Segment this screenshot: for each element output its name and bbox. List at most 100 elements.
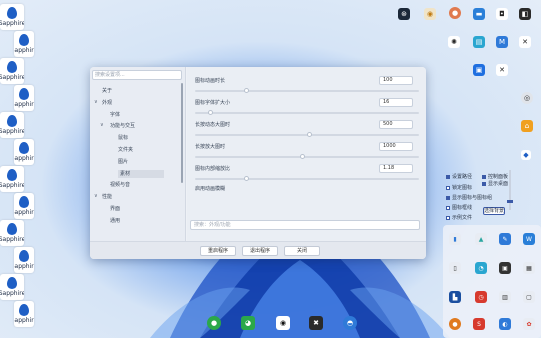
vertical-slider[interactable] <box>507 170 513 210</box>
openai-icon[interactable]: ✺ <box>448 36 460 48</box>
yellow-app-icon[interactable]: ⌂ <box>521 120 533 132</box>
sapphire-desktop-icon[interactable]: Sapphire <box>0 4 24 30</box>
restart-button[interactable]: 重启程序 <box>200 246 236 256</box>
m-app-icon[interactable]: M <box>496 36 508 48</box>
setting-slider[interactable] <box>195 154 419 159</box>
sidebar-tree-item[interactable]: 界面 <box>110 205 120 213</box>
exit-button[interactable]: 退出程序 <box>242 246 278 256</box>
sidebar-tree-item[interactable]: 图片 <box>118 158 128 166</box>
edge-icon[interactable]: ◓ <box>343 316 357 330</box>
fire-app-icon[interactable]: ● <box>449 318 461 330</box>
sapphire-desktop-icon[interactable]: Sapphire <box>0 166 24 192</box>
clock-app-icon[interactable]: ◷ <box>475 291 487 303</box>
steam-icon[interactable]: ⊛ <box>398 8 410 20</box>
sidebar-tree-item[interactable]: 外观 <box>102 99 112 107</box>
sidebar-tree-item[interactable]: 功能与交互 <box>110 122 135 130</box>
grid-app-icon[interactable]: ▦ <box>523 262 535 274</box>
sidebar-tree-item[interactable]: 通用 <box>110 217 120 225</box>
setting-slider-knob[interactable] <box>244 88 250 93</box>
panel-checkbox[interactable]: 显示图标与图标组 <box>446 195 492 201</box>
pencil-app-icon[interactable]: ✎ <box>499 233 511 245</box>
panel-checkbox[interactable]: 控制面板 <box>482 174 508 180</box>
setting-value-input[interactable]: 1.18 <box>379 164 413 173</box>
setting-slider-knob[interactable] <box>307 132 312 137</box>
slider-knob[interactable] <box>507 200 513 203</box>
mountain-app-icon[interactable]: ▲ <box>475 233 487 245</box>
doc-app-icon[interactable]: ▯ <box>449 262 461 274</box>
folder-blue-icon[interactable]: ▬ <box>473 8 485 20</box>
setting-slider[interactable] <box>195 176 419 181</box>
setting-slider-knob[interactable] <box>300 154 306 159</box>
sidebar-tree-item[interactable]: 素材 <box>118 169 164 178</box>
tree-expand-icon[interactable]: ∨ <box>100 122 104 128</box>
sidebar-tree-item[interactable]: 关于 <box>102 87 112 95</box>
sapphire-desktop-icon[interactable]: Sapphire <box>14 301 34 327</box>
setting-slider[interactable] <box>195 88 419 93</box>
sidebar-tree-item[interactable]: 字体 <box>110 111 120 119</box>
setting-value-input[interactable]: 1000 <box>379 142 413 151</box>
cloud-app-icon[interactable]: ▤ <box>473 36 485 48</box>
s-app-icon[interactable]: S <box>473 318 485 330</box>
sapphire-desktop-icon[interactable]: Sapphire <box>14 139 34 165</box>
capcut-icon[interactable]: ✕ <box>519 36 531 48</box>
panel-checkbox[interactable]: 锁定图标 <box>446 185 472 191</box>
panel-checkbox[interactable]: 图标框线 <box>446 205 472 211</box>
sapphire-desktop-icon[interactable]: Sapphire <box>0 220 24 246</box>
chrome-icon[interactable]: ◎ <box>521 92 533 104</box>
sapphire-mini-icon[interactable]: ◆ <box>521 150 531 160</box>
wechat-green-icon[interactable]: ◕ <box>241 316 255 330</box>
sidebar-tree-item[interactable]: 文件夹 <box>118 146 133 154</box>
setting-slider[interactable] <box>195 132 419 137</box>
checkbox-box[interactable] <box>446 195 450 200</box>
eye-app-icon[interactable]: ◉ <box>424 8 436 20</box>
sidebar-tree-item[interactable]: 性能 <box>102 193 112 201</box>
sapphire-desktop-icon[interactable]: Sapphire <box>0 274 24 300</box>
wechat-icon[interactable]: ● <box>207 316 221 330</box>
sapphire-desktop-icon[interactable]: Sapphire <box>14 85 34 111</box>
setting-slider-knob[interactable] <box>208 110 214 115</box>
panel-checkbox[interactable]: 示例文件 <box>446 215 472 221</box>
office-app-icon[interactable]: ✿ <box>523 318 535 330</box>
sapphire-desktop-icon[interactable]: Sapphire <box>14 193 34 219</box>
checkbox-box[interactable] <box>482 181 486 186</box>
bag-app-icon[interactable]: ▙ <box>449 291 461 303</box>
sidebar-tree-item[interactable]: 视频与音 <box>110 181 130 189</box>
sidebar-scrollbar[interactable] <box>181 83 183 183</box>
setting-slider-knob[interactable] <box>244 176 250 181</box>
checkbox-box[interactable] <box>446 185 450 190</box>
choose-background-button[interactable]: 选择背景 <box>483 207 505 215</box>
tree-expand-icon[interactable]: ∨ <box>94 99 98 105</box>
setting-value-input[interactable]: 500 <box>379 120 413 129</box>
video-app-icon[interactable]: ◘ <box>496 8 508 20</box>
sapphire-desktop-icon[interactable]: Sapphire <box>14 247 34 273</box>
chart-app-icon[interactable]: ▮ <box>449 233 461 245</box>
bilibili-icon[interactable]: ▣ <box>473 64 485 76</box>
sapphire-desktop-icon[interactable]: Sapphire <box>0 58 24 84</box>
sapphire-desktop-icon[interactable]: Sapphire <box>14 31 34 57</box>
sidebar-tree-item[interactable]: 鼠标 <box>118 134 128 142</box>
tool-icon[interactable]: ✖ <box>309 316 323 330</box>
panel-checkbox[interactable]: 显示桌面 <box>482 181 508 187</box>
bottom-search-input[interactable]: 搜索：外观/功能 <box>190 220 420 230</box>
setting-value-input[interactable]: 16 <box>379 98 413 107</box>
setting-value-input[interactable]: 100 <box>379 76 413 85</box>
checkbox-box[interactable] <box>482 174 486 179</box>
drop-app-icon[interactable]: ◔ <box>475 262 487 274</box>
orange-app-icon[interactable]: ● <box>449 7 461 19</box>
box-app-icon[interactable]: ▢ <box>523 291 535 303</box>
setting-slider[interactable] <box>195 110 419 115</box>
close-button[interactable]: 关闭 <box>284 246 320 256</box>
sidebar-search-input[interactable]: 搜索设置项... <box>92 70 182 80</box>
word-app-icon[interactable]: W <box>523 233 535 245</box>
panel-checkbox[interactable]: 设置路径 <box>446 174 472 180</box>
checkbox-box[interactable] <box>446 174 450 179</box>
sapphire-desktop-icon[interactable]: Sapphire <box>0 112 24 138</box>
camera-app-icon[interactable]: ◧ <box>519 8 531 20</box>
trash-app-icon[interactable]: ▥ <box>499 291 511 303</box>
capcut2-icon[interactable]: ✕ <box>496 64 508 76</box>
checkbox-box[interactable] <box>446 215 450 220</box>
tree-expand-icon[interactable]: ∨ <box>94 193 98 199</box>
checkbox-box[interactable] <box>446 205 450 210</box>
qq-app-icon[interactable]: ◐ <box>499 318 511 330</box>
screen-app-icon[interactable]: ▣ <box>499 262 511 274</box>
